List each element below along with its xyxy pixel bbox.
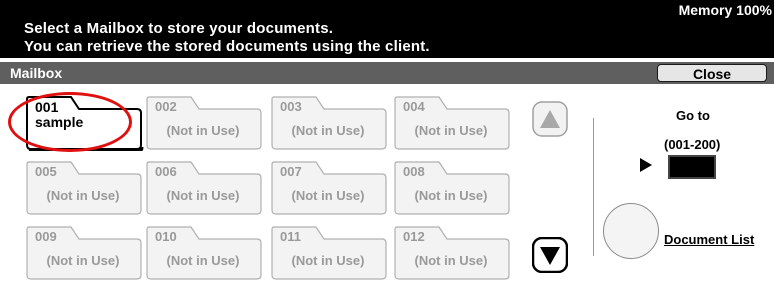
mailbox-number: 008	[403, 164, 425, 179]
mailbox-007-button[interactable]: 007 (Not in Use)	[270, 160, 388, 215]
mailbox-name: (Not in Use)	[46, 253, 120, 268]
document-list-button[interactable]	[603, 203, 659, 259]
mailbox-number: 005	[35, 164, 57, 179]
mailbox-number: 011	[280, 229, 301, 244]
goto-label: Go to	[676, 108, 710, 123]
mailbox-name: (Not in Use)	[166, 253, 240, 268]
mailbox-name: (Not in Use)	[291, 188, 365, 203]
document-list-label[interactable]: Document List	[664, 232, 754, 247]
mailbox-name: (Not in Use)	[414, 188, 488, 203]
mailbox-005-button[interactable]: 005 (Not in Use)	[25, 160, 143, 215]
mailbox-006-button[interactable]: 006 (Not in Use)	[145, 160, 263, 215]
close-button[interactable]: Close	[657, 64, 767, 82]
message-bar: Select a Mailbox to store your documents…	[0, 0, 774, 58]
mailbox-number: 010	[155, 229, 177, 244]
mailbox-name: (Not in Use)	[166, 188, 240, 203]
mailbox-number: 001	[35, 99, 59, 115]
mailbox-name: (Not in Use)	[414, 123, 488, 138]
triangle-up-icon	[532, 101, 568, 137]
mailbox-name: (Not in Use)	[291, 253, 365, 268]
instruction-line-2: You can retrieve the stored documents us…	[24, 38, 430, 55]
mailbox-screen: Select a Mailbox to store your documents…	[0, 0, 774, 283]
scroll-up-button[interactable]	[532, 101, 568, 137]
mailbox-003-button[interactable]: 003 (Not in Use)	[270, 95, 388, 150]
instruction-line-1: Select a Mailbox to store your documents…	[24, 20, 334, 37]
mailbox-001-button[interactable]: 001 sample	[25, 95, 144, 151]
mailbox-009-button[interactable]: 009 (Not in Use)	[25, 225, 143, 280]
mailbox-number: 004	[403, 99, 425, 114]
scroll-down-button[interactable]	[531, 236, 569, 274]
mailbox-number: 007	[280, 164, 302, 179]
mailbox-name: (Not in Use)	[291, 123, 365, 138]
goto-range: (001-200)	[664, 137, 721, 152]
mailbox-004-button[interactable]: 004 (Not in Use)	[393, 95, 511, 150]
mailbox-name: sample	[35, 114, 84, 130]
mailbox-number: 002	[155, 99, 177, 114]
mailbox-name: (Not in Use)	[166, 123, 240, 138]
mailbox-012-button[interactable]: 012 (Not in Use)	[393, 225, 511, 280]
triangle-down-icon	[531, 236, 569, 274]
mailbox-008-button[interactable]: 008 (Not in Use)	[393, 160, 511, 215]
mailbox-002-button[interactable]: 002 (Not in Use)	[145, 95, 263, 150]
mailbox-number: 003	[280, 99, 302, 114]
mailbox-number: 009	[35, 229, 57, 244]
play-arrow-icon	[640, 158, 652, 172]
mailbox-title: Mailbox	[10, 65, 63, 81]
mailbox-name: (Not in Use)	[414, 253, 488, 268]
memory-status: Memory 100%	[678, 2, 772, 18]
goto-mailbox-input[interactable]	[668, 155, 716, 179]
panel-divider	[593, 118, 594, 256]
mailbox-number: 012	[403, 229, 425, 244]
mailbox-010-button[interactable]: 010 (Not in Use)	[145, 225, 263, 280]
mailbox-number: 006	[155, 164, 177, 179]
mailbox-name: (Not in Use)	[46, 188, 120, 203]
mailbox-011-button[interactable]: 011 (Not in Use)	[270, 225, 388, 280]
